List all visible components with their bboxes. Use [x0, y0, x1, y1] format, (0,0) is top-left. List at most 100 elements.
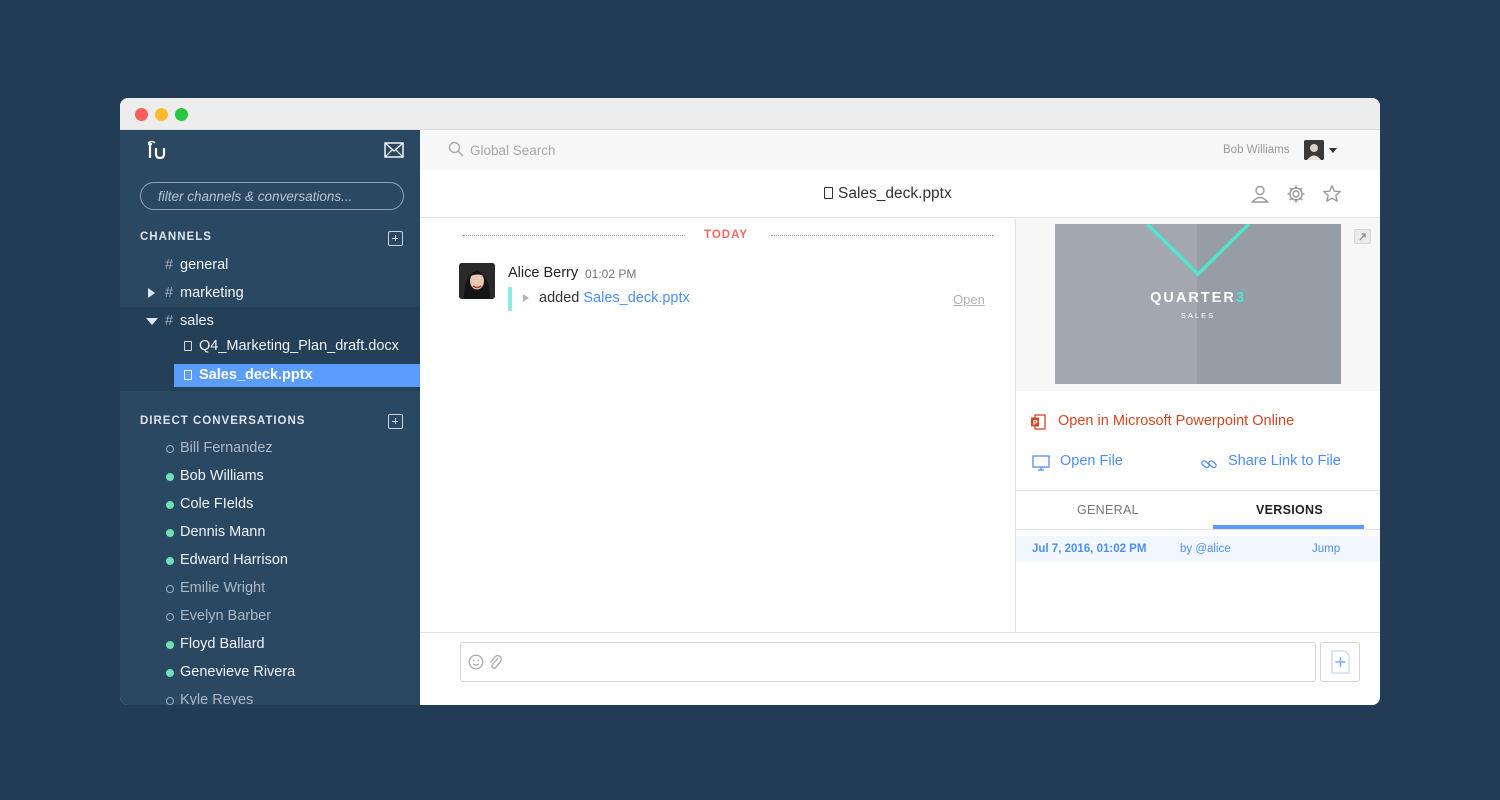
user-menu-caret-icon[interactable] — [1329, 148, 1337, 153]
file-icon — [184, 370, 192, 380]
active-tab-indicator — [1213, 525, 1364, 529]
gear-icon[interactable] — [1286, 184, 1306, 204]
dm-label: Dennis Mann — [180, 524, 266, 540]
open-attachment-link[interactable]: Open — [953, 292, 985, 307]
paperclip-icon[interactable] — [488, 653, 502, 671]
emoji-icon[interactable] — [468, 654, 484, 670]
slide-subtitle: SALES — [1180, 311, 1216, 320]
version-jump-link[interactable]: Jump — [1312, 543, 1340, 555]
attachment-bar — [508, 287, 512, 311]
upload-button[interactable] — [1320, 642, 1360, 682]
collapse-caret-icon[interactable] — [146, 318, 158, 325]
channel-sales[interactable]: # sales — [120, 307, 420, 335]
dm-emilie-wright[interactable]: Emilie Wright — [120, 575, 420, 603]
zoom-window-button[interactable] — [175, 108, 188, 121]
avatar[interactable] — [1304, 140, 1324, 160]
dm-bob-williams[interactable]: Bob Williams — [120, 463, 420, 491]
divider-line — [463, 235, 685, 236]
dm-edward-harrison[interactable]: Edward Harrison — [120, 547, 420, 575]
dm-kyle-reyes[interactable]: Kyle Reyes — [120, 687, 420, 705]
global-search-input[interactable] — [470, 141, 770, 159]
svg-text:P: P — [1033, 420, 1038, 427]
share-link-label: Share Link to File — [1228, 453, 1341, 469]
channel-marketing[interactable]: # marketing — [120, 279, 420, 307]
file-item-q4-plan[interactable]: Q4_Marketing_Plan_draft.docx — [174, 335, 420, 358]
dm-evelyn-barber[interactable]: Evelyn Barber — [120, 603, 420, 631]
status-online-icon — [166, 557, 174, 565]
channel-label: general — [180, 257, 229, 273]
dm-floyd-ballard[interactable]: Floyd Ballard — [120, 631, 420, 659]
dm-label: Cole FIelds — [180, 496, 254, 512]
tab-versions[interactable]: VERSIONS — [1256, 503, 1323, 517]
version-author[interactable]: by @alice — [1180, 543, 1231, 555]
file-label: Sales_deck.pptx — [199, 367, 313, 383]
date-divider: TODAY — [704, 229, 748, 241]
status-offline-icon — [166, 613, 174, 621]
filter-channels-input[interactable] — [140, 182, 404, 210]
version-row[interactable]: Jul 7, 2016, 01:02 PM by @alice Jump — [1016, 536, 1380, 562]
dm-label: Genevieve Rivera — [180, 664, 296, 680]
open-in-powerpoint-label: Open in Microsoft Powerpoint Online — [1058, 413, 1295, 429]
page-title: Sales_deck.pptx — [824, 185, 952, 203]
hash-icon: # — [165, 257, 174, 273]
panel-tabs: GENERAL VERSIONS — [1016, 490, 1380, 530]
search-icon — [448, 141, 464, 157]
file-details-panel: QUARTER3 SALES P Open in Microsoft Power… — [1015, 219, 1380, 632]
logo-icon[interactable] — [146, 140, 168, 162]
app-window: CHANNELS # general # marketing # sales Q… — [120, 98, 1380, 705]
current-user-name[interactable]: Bob Williams — [1223, 144, 1289, 156]
add-channel-button[interactable] — [388, 231, 403, 246]
channel-label: marketing — [180, 285, 244, 301]
monitor-icon — [1032, 455, 1050, 471]
channel-sales-group: # sales Q4_Marketing_Plan_draft.docx Sal… — [120, 307, 420, 391]
dm-dennis-mann[interactable]: Dennis Mann — [120, 519, 420, 547]
file-preview-area: QUARTER3 SALES — [1016, 219, 1380, 391]
message-file-link[interactable]: Sales_deck.pptx — [583, 290, 689, 306]
message-input-box[interactable] — [460, 642, 1316, 682]
slide-preview[interactable]: QUARTER3 SALES — [1055, 224, 1341, 384]
avatar-image — [459, 263, 495, 299]
status-offline-icon — [166, 697, 174, 705]
powerpoint-icon: P — [1031, 414, 1046, 430]
divider-line — [771, 235, 993, 236]
open-file-button[interactable]: Open File — [1032, 453, 1162, 473]
dm-label: Evelyn Barber — [180, 608, 272, 624]
channel-general[interactable]: # general — [120, 251, 420, 279]
message-text-input[interactable] — [511, 643, 1301, 681]
add-conversation-button[interactable] — [388, 414, 403, 429]
message-timestamp: 01:02 PM — [585, 267, 637, 281]
minimize-window-button[interactable] — [155, 108, 168, 121]
file-icon — [184, 341, 192, 351]
message-text: added Sales_deck.pptx — [539, 290, 690, 306]
share-link-button[interactable]: Share Link to File — [1200, 453, 1370, 473]
expand-attachment-icon[interactable] — [523, 294, 529, 302]
status-online-icon — [166, 669, 174, 677]
link-icon — [1201, 460, 1217, 469]
status-offline-icon — [166, 445, 174, 453]
dm-cole-fields[interactable]: Cole FIelds — [120, 491, 420, 519]
file-label: Q4_Marketing_Plan_draft.docx — [199, 338, 399, 354]
tab-general[interactable]: GENERAL — [1077, 503, 1139, 517]
expand-icon[interactable] — [1354, 229, 1371, 244]
compose-mail-icon[interactable] — [384, 142, 404, 158]
top-bar: Bob Williams — [420, 130, 1380, 170]
dm-genevieve-rivera[interactable]: Genevieve Rivera — [120, 659, 420, 687]
channels-heading: CHANNELS — [140, 231, 212, 243]
expand-arrow-graphic — [1359, 233, 1366, 241]
channel-label: sales — [180, 313, 214, 329]
hash-icon: # — [165, 285, 174, 301]
sidebar: CHANNELS # general # marketing # sales Q… — [120, 130, 420, 705]
message-composer — [420, 632, 1380, 705]
direct-conversations-heading: DIRECT CONVERSATIONS — [140, 415, 306, 427]
close-window-button[interactable] — [135, 108, 148, 121]
chat-area: TODAY Alice Berry 01:02 PM added Sales_d… — [420, 219, 1015, 632]
user-icon[interactable] — [1250, 184, 1270, 204]
expand-caret-icon[interactable] — [148, 288, 155, 298]
version-date: Jul 7, 2016, 01:02 PM — [1032, 543, 1147, 555]
file-item-sales-deck[interactable]: Sales_deck.pptx — [174, 364, 420, 387]
star-icon[interactable] — [1322, 184, 1342, 204]
dm-bill-fernandez[interactable]: Bill Fernandez — [120, 435, 420, 463]
avatar[interactable] — [459, 263, 495, 299]
status-online-icon — [166, 529, 174, 537]
message-author[interactable]: Alice Berry — [508, 265, 578, 281]
